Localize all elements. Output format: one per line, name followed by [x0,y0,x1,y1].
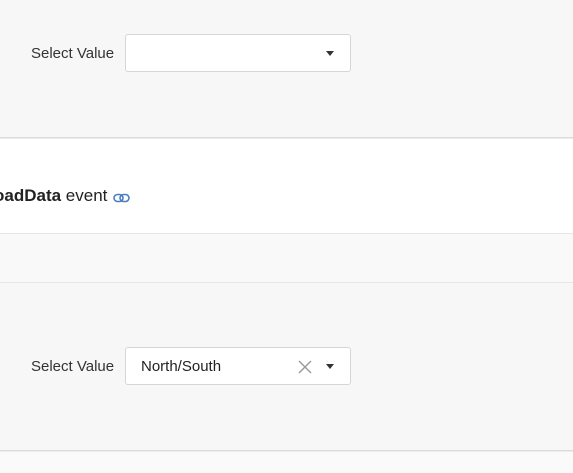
selected-value: North/South [141,358,222,375]
bottom-demo-panel: Select Value North/South [0,283,573,451]
close-icon[interactable] [298,360,312,374]
below-panel [0,452,573,473]
select-value-label: Select Value [31,358,115,375]
select-value-label: Select Value [31,45,115,62]
select-value-dropdown[interactable] [125,34,351,72]
tab-strip [0,234,573,283]
caret-down-icon[interactable] [326,51,334,56]
select-value-dropdown[interactable]: North/South [125,347,351,385]
section-heading: oadData event [0,186,131,208]
section-heading-bold: oadData [0,186,62,205]
page: Select Value oadData event Select Value … [0,0,573,473]
top-demo-panel: Select Value [0,0,573,138]
section-heading-rest: event [61,186,108,205]
caret-down-icon[interactable] [326,364,334,369]
link-icon[interactable] [113,188,131,208]
